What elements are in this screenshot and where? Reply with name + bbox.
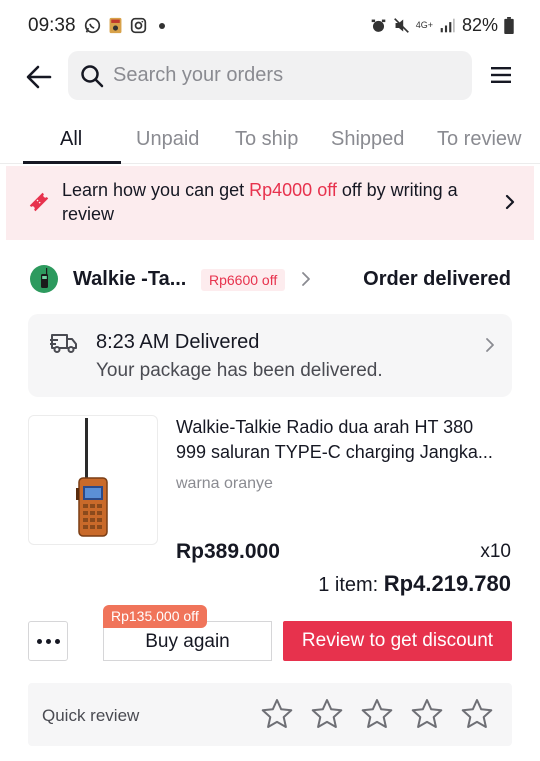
back-arrow-icon[interactable] [24, 62, 54, 92]
product-price: Rp389.000 [176, 540, 280, 563]
star-icon[interactable] [360, 697, 394, 731]
active-tab-indicator [23, 161, 121, 164]
battery-percent: 82% [461, 15, 498, 35]
star-icon[interactable] [460, 697, 494, 731]
system-icons: 4G+ 82% [370, 15, 514, 36]
product-quantity: x10 [480, 541, 511, 562]
banner-amount: Rp4000 off [249, 180, 337, 200]
shop-discount-badge: Rp6600 off [201, 269, 286, 291]
shop-avatar[interactable] [30, 265, 58, 293]
status-time: 09:38 [28, 15, 76, 36]
search-input[interactable]: Search your orders [68, 51, 472, 100]
shop-walkie-talkie-icon [41, 268, 48, 288]
ticket-icon [29, 192, 49, 212]
dot-icon [55, 639, 60, 644]
banner-text: Learn how you can get Rp4000 off off by … [62, 178, 500, 226]
notification-icons [84, 17, 165, 34]
order-total: 1 item: Rp4.219.780 [318, 571, 511, 597]
signal-icon [440, 18, 455, 33]
order-tabs: All Unpaid To ship Shipped To review [0, 118, 540, 164]
star-icon[interactable] [310, 697, 344, 731]
tab-unpaid[interactable]: Unpaid [136, 128, 199, 151]
search-placeholder: Search your orders [113, 64, 284, 86]
dot-icon [46, 639, 51, 644]
tab-all[interactable]: All [60, 128, 82, 151]
chevron-right-icon [505, 194, 515, 210]
rating-stars [260, 697, 494, 731]
more-options-button[interactable] [28, 621, 68, 661]
order-total-value: Rp4.219.780 [383, 571, 511, 596]
whatsapp-icon [84, 17, 101, 34]
buy-again-discount-tag: Rp135.000 off [103, 605, 207, 628]
product-name[interactable]: Walkie-Talkie Radio dua arah HT 380 999 … [176, 415, 506, 465]
order-total-label: 1 item: [318, 574, 384, 596]
network-type: 4G+ [415, 20, 433, 30]
star-icon[interactable] [260, 697, 294, 731]
chevron-right-icon [486, 338, 494, 352]
dot-icon [37, 639, 42, 644]
star-icon[interactable] [410, 697, 444, 731]
chevron-right-icon[interactable] [300, 271, 312, 287]
menu-icon[interactable] [490, 64, 512, 86]
delivery-subtitle: Your package has been delivered. [96, 360, 383, 381]
battery-icon [504, 17, 514, 34]
delivery-title: 8:23 AM Delivered [96, 331, 260, 353]
banner-text-before: Learn how you can get [62, 180, 250, 200]
tab-to-review[interactable]: To review [437, 128, 521, 151]
more-notifications-dot [159, 22, 165, 29]
quick-review-panel: Quick review [28, 683, 512, 746]
instagram-icon [130, 17, 147, 34]
delivery-status-card[interactable]: 8:23 AM Delivered Your package has been … [28, 314, 512, 397]
product-image[interactable] [28, 415, 158, 545]
shop-name[interactable]: Walkie -Ta... [73, 268, 186, 291]
tab-shipped[interactable]: Shipped [331, 128, 404, 151]
tab-to-ship[interactable]: To ship [235, 128, 298, 151]
order-status: Order delivered [363, 268, 511, 290]
product-variant: warna oranye [176, 475, 273, 492]
alarm-icon [371, 19, 386, 32]
quick-review-label: Quick review [42, 706, 140, 725]
walkie-talkie-image [76, 418, 108, 537]
app-notification-icon [109, 17, 122, 34]
delivery-truck-icon [50, 334, 77, 353]
review-discount-button[interactable]: Review to get discount [283, 621, 512, 661]
review-promo-banner[interactable]: Learn how you can get Rp4000 off off by … [6, 166, 534, 240]
mute-icon [393, 18, 409, 33]
search-icon [81, 65, 104, 88]
status-bar: 09:38 4G+ 82% [0, 0, 540, 52]
